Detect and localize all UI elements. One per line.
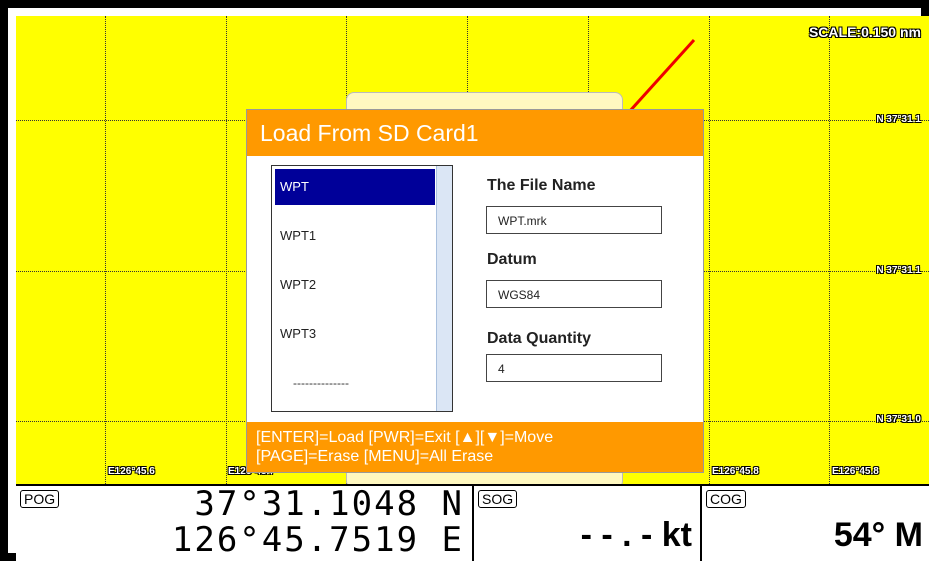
chart-map[interactable]: SCALE:0.150 nm N 37°31.1 N 37°31.1 N 37°…	[16, 16, 929, 484]
sog-tag: SOG	[478, 490, 518, 508]
dialog-title: Load From SD Card1	[247, 110, 703, 156]
key-hints-line1: [ENTER]=Load [PWR]=Exit [▲][▼]=Move	[256, 429, 554, 446]
longitude-label: E126°45.8	[832, 466, 879, 477]
grid-line	[709, 16, 710, 484]
pog-latitude: 37°31.1048 N	[194, 484, 464, 524]
key-hints-line2: [PAGE]=Erase [MENU]=All Erase	[256, 448, 494, 465]
sog-value: - - . - kt	[580, 516, 692, 554]
file-item-wpt3[interactable]: WPT3	[275, 316, 435, 352]
file-name-label: The File Name	[487, 177, 596, 194]
pog-tag: POG	[20, 490, 60, 508]
grid-line	[105, 16, 106, 484]
longitude-label: E126°45.6	[108, 466, 155, 477]
file-item-wpt1[interactable]: WPT1	[275, 218, 435, 254]
load-dialog: Load From SD Card1 WPT WPT1 WPT2 WPT3 --…	[246, 109, 704, 473]
file-item-wpt2[interactable]: WPT2	[275, 267, 435, 303]
chart-plotter-screen: SCALE:0.150 nm N 37°31.1 N 37°31.1 N 37°…	[0, 0, 929, 561]
cog-panel: COG 54° M	[702, 486, 929, 561]
cog-tag: COG	[706, 490, 746, 508]
quantity-field[interactable]: 4	[486, 354, 662, 382]
cog-value: 54° M	[833, 516, 923, 554]
grid-line	[829, 16, 830, 484]
latitude-label: N 37°31.0	[876, 414, 921, 425]
file-item-wpt[interactable]: WPT	[275, 169, 435, 205]
latitude-label: N 37°31.1	[876, 265, 921, 276]
longitude-label: E126°45.8	[712, 466, 759, 477]
datum-label: Datum	[487, 251, 537, 268]
key-hints: [ENTER]=Load [PWR]=Exit [▲][▼]=Move [PAG…	[247, 422, 703, 472]
file-list[interactable]: WPT WPT1 WPT2 WPT3 --------------	[271, 165, 453, 412]
grid-line	[226, 16, 227, 484]
datum-field[interactable]: WGS84	[486, 280, 662, 308]
sog-panel: SOG - - . - kt	[474, 486, 702, 561]
pog-longitude: 126°45.7519 E	[171, 520, 464, 560]
file-list-scrollbar[interactable]	[436, 166, 452, 411]
scale-readout: SCALE:0.150 nm	[808, 24, 921, 40]
pog-panel: POG 37°31.1048 N 126°45.7519 E	[16, 484, 474, 561]
more-files-indicator: --------------	[293, 376, 349, 390]
latitude-label: N 37°31.1	[876, 114, 921, 125]
status-bar: POG 37°31.1048 N 126°45.7519 E SOG - - .…	[16, 484, 929, 561]
file-name-field[interactable]: WPT.mrk	[486, 206, 662, 234]
quantity-label: Data Quantity	[487, 330, 592, 347]
